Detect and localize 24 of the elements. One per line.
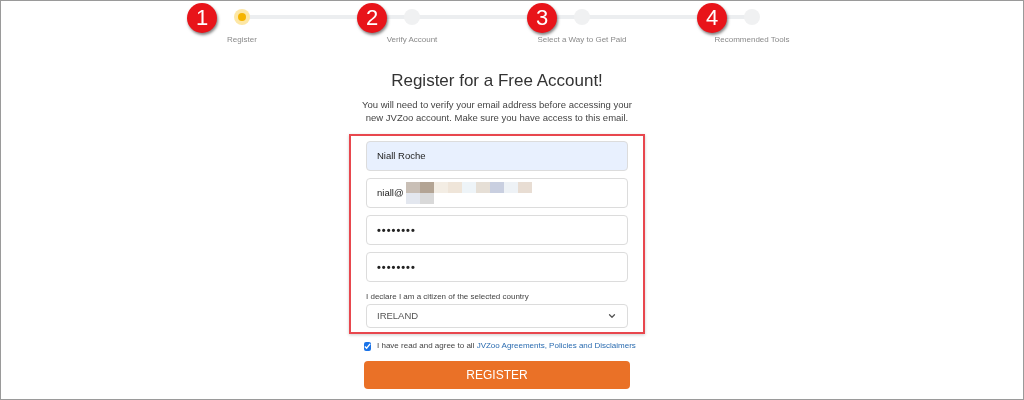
field-value: Niall Roche [377,148,426,163]
input-field[interactable]: niall@ [366,178,628,208]
input-field[interactable]: •••••••• [366,252,628,282]
field-value: •••••••• [377,259,416,275]
agree-checkbox[interactable] [364,341,371,351]
intro-text: You will need to verify your email address before accessing your new JVZoo account. Make sure you have access to this email. [361,98,633,124]
agree-text: I have read and agree to all JVZoo Agreements, Policies and Disclaimers [377,340,636,352]
step-label: Recommended Tools [714,34,790,46]
country-select[interactable]: IRELAND [366,304,628,328]
country-label: I declare I am a citizen of the selected country [366,291,530,303]
field-value: niall@ [377,185,404,200]
step-label: Select a Way to Get Paid [537,34,627,46]
step-number-badge: 4 [697,3,727,33]
agreements-link[interactable]: JVZoo Agreements, Policies and Disclaimers [476,341,636,350]
step-label: Verify Account [386,34,438,46]
input-field[interactable]: Niall Roche [366,141,628,171]
form-title: Register for a Free Account! [391,70,603,92]
chevron-down-icon [607,311,617,321]
step-label: Register [227,34,257,46]
step-number-badge: 3 [527,3,557,33]
step-number-badge: 1 [187,3,217,33]
field-value: •••••••• [377,222,416,238]
input-field[interactable]: •••••••• [366,215,628,245]
step-number-badge: 2 [357,3,387,33]
